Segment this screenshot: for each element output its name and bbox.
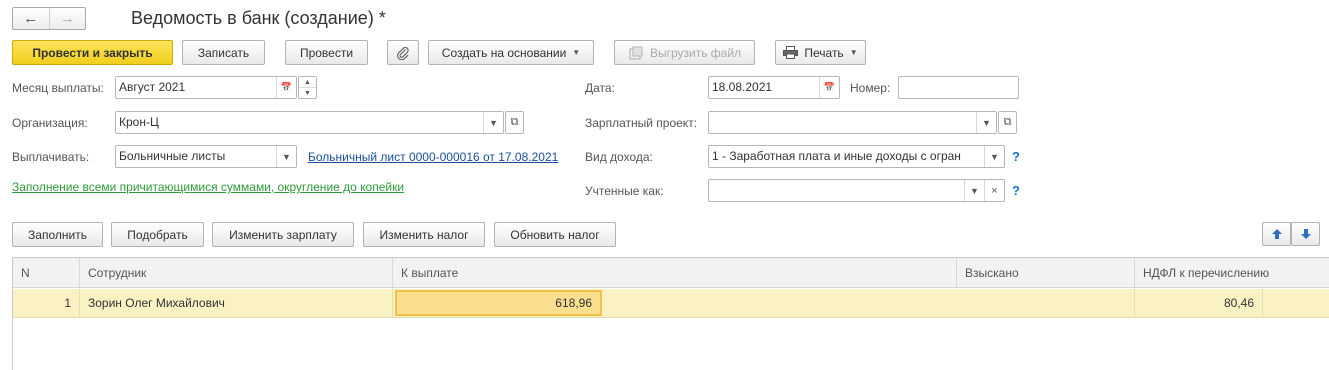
fill-settings-link[interactable]: Заполнение всеми причитающимися суммами,…	[12, 180, 407, 195]
clear-icon[interactable]: ×	[984, 180, 1004, 201]
forward-arrow-icon[interactable]: →	[48, 8, 86, 29]
income-type-label: Вид дохода:	[585, 150, 653, 164]
post-button[interactable]: Провести	[285, 40, 368, 65]
post-and-close-button[interactable]: Провести и закрыть	[12, 40, 173, 65]
income-type-field[interactable]: 1 - Заработная плата и иные доходы с огр…	[708, 145, 1005, 168]
month-spinner[interactable]: ▲ ▼	[298, 76, 317, 99]
accounted-as-label: Учтенные как:	[585, 184, 664, 198]
pay-select[interactable]: Больничные листы ▼	[115, 145, 297, 168]
cell-ndfl[interactable]: 80,46	[1135, 289, 1263, 318]
create-based-on-label: Создать на основании	[441, 45, 567, 60]
chevron-down-icon[interactable]: ▼	[976, 112, 996, 133]
organization-label: Организация:	[12, 116, 88, 130]
pay-value: Больничные листы	[119, 149, 226, 163]
update-tax-button[interactable]: Обновить налог	[494, 222, 616, 247]
chevron-down-icon[interactable]: ▼	[483, 112, 503, 133]
print-button[interactable]: Печать ▼	[775, 40, 866, 65]
number-label: Номер:	[850, 81, 891, 95]
move-up-button[interactable]	[1262, 222, 1291, 246]
open-icon[interactable]: ⧉	[505, 111, 524, 134]
help-icon[interactable]: ?	[1012, 149, 1020, 164]
table-header: N Сотрудник К выплате Взыскано НДФЛ к пе…	[13, 258, 1329, 288]
salary-project-label: Зарплатный проект:	[585, 116, 698, 130]
month-value: Август 2021	[119, 80, 186, 94]
calendar-icon[interactable]: 📅	[276, 77, 296, 98]
column-header-withheld[interactable]: Взыскано	[957, 258, 1135, 288]
page-title: Ведомость в банк (создание) *	[131, 8, 386, 28]
month-label: Месяц выплаты:	[12, 81, 104, 95]
chevron-down-icon[interactable]: ▼	[984, 146, 1004, 167]
cell-employee[interactable]: Зорин Олег Михайлович	[80, 289, 393, 318]
date-field[interactable]: 18.08.2021 📅	[708, 76, 840, 99]
table-row[interactable]: 1 Зорин Олег Михайлович 618,96 80,46	[13, 289, 1329, 318]
spin-down-icon[interactable]: ▼	[299, 87, 316, 98]
column-header-to-pay[interactable]: К выплате	[393, 258, 957, 288]
export-icon	[629, 46, 643, 60]
cell-to-pay[interactable]: 618,96	[395, 290, 602, 316]
number-field[interactable]	[898, 76, 1019, 99]
payments-table: N Сотрудник К выплате Взыскано НДФЛ к пе…	[12, 257, 1329, 370]
printer-icon	[783, 46, 799, 59]
select-button[interactable]: Подобрать	[111, 222, 204, 247]
help-icon[interactable]: ?	[1012, 183, 1020, 198]
pay-label: Выплачивать:	[12, 150, 90, 164]
date-label: Дата:	[585, 81, 615, 95]
salary-project-field[interactable]: ▼	[708, 111, 997, 134]
chevron-down-icon: ▼	[572, 48, 581, 57]
calendar-icon[interactable]: 📅	[819, 77, 839, 98]
arrow-up-icon	[1271, 229, 1282, 239]
chevron-down-icon[interactable]: ▼	[964, 180, 984, 201]
column-header-ndfl[interactable]: НДФЛ к перечислению	[1135, 258, 1269, 288]
chevron-down-icon[interactable]: ▼	[276, 146, 296, 167]
change-tax-button[interactable]: Изменить налог	[363, 222, 485, 247]
paperclip-icon	[397, 46, 409, 60]
cell-n[interactable]: 1	[13, 289, 80, 318]
back-arrow-icon[interactable]: ←	[13, 8, 49, 29]
print-label: Печать	[804, 45, 844, 60]
accounted-as-value	[709, 180, 964, 201]
change-salary-button[interactable]: Изменить зарплату	[212, 222, 354, 247]
organization-field[interactable]: Крон-Ц ▼	[115, 111, 504, 134]
spin-up-icon[interactable]: ▲	[299, 77, 316, 87]
accounted-as-field[interactable]: ▼ ×	[708, 179, 1005, 202]
column-header-employee[interactable]: Сотрудник	[80, 258, 393, 288]
attach-button[interactable]	[387, 40, 419, 65]
date-value: 18.08.2021	[712, 80, 773, 94]
cell-withheld[interactable]	[957, 289, 1135, 318]
open-icon[interactable]: ⧉	[998, 111, 1017, 134]
fill-button[interactable]: Заполнить	[12, 222, 103, 247]
export-file-label: Выгрузить файл	[649, 45, 742, 60]
move-down-button[interactable]	[1291, 222, 1320, 246]
export-file-button[interactable]: Выгрузить файл	[614, 40, 755, 65]
salary-project-value	[709, 112, 976, 133]
organization-value: Крон-Ц	[119, 115, 159, 129]
chevron-down-icon: ▼	[849, 48, 858, 57]
column-header-n[interactable]: N	[13, 258, 80, 288]
save-button[interactable]: Записать	[182, 40, 265, 65]
sick-leave-link[interactable]: Больничный лист 0000-000016 от 17.08.202…	[308, 150, 558, 164]
number-value	[899, 77, 1018, 98]
month-field[interactable]: Август 2021 📅	[115, 76, 297, 99]
arrow-down-icon	[1300, 229, 1311, 239]
create-based-on-button[interactable]: Создать на основании ▼	[428, 40, 594, 65]
navigation-arrows: ← →	[12, 7, 86, 30]
income-type-value: 1 - Заработная плата и иные доходы с огр…	[712, 149, 961, 163]
